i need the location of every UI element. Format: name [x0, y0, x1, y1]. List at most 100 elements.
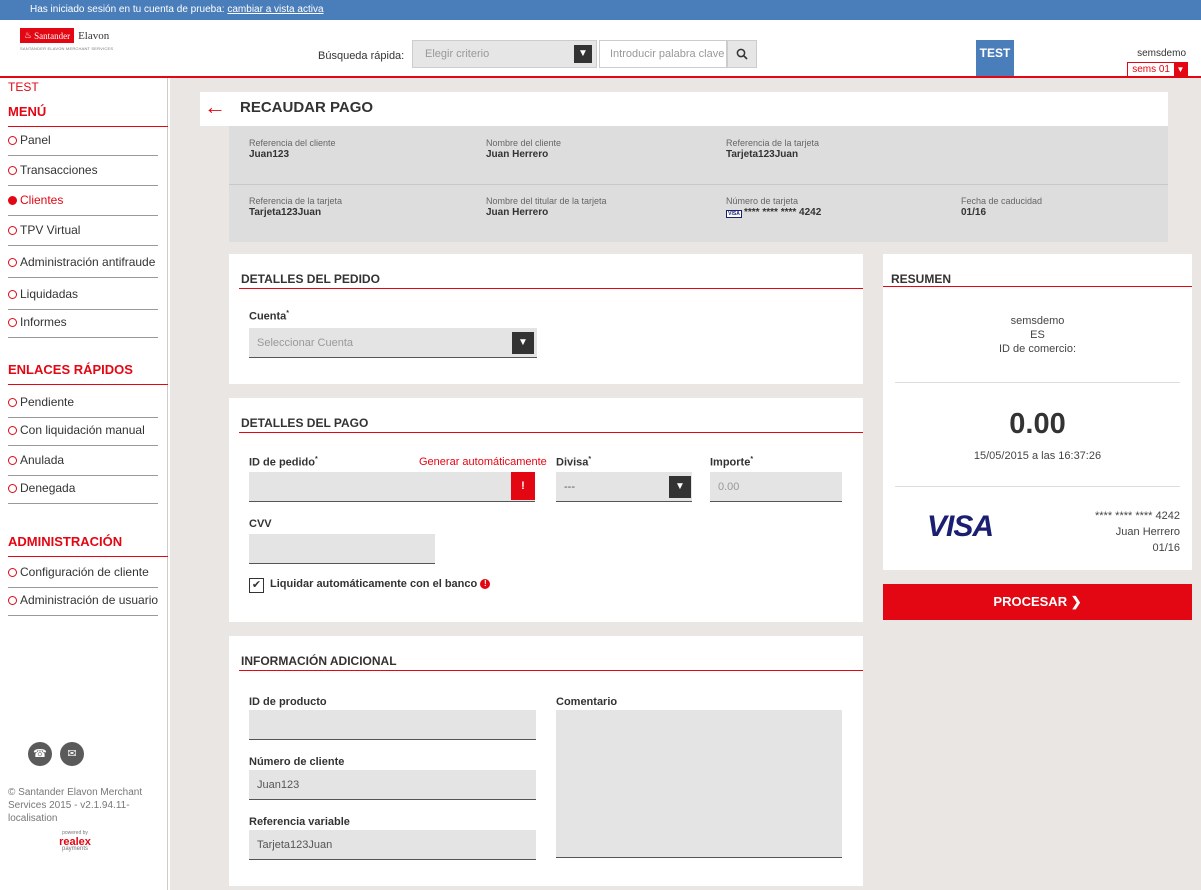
order-details-card: DETALLES DEL PEDIDO Cuenta* Seleccionar …	[229, 254, 863, 384]
chevron-down-icon[interactable]: ▼	[512, 332, 534, 354]
sidebar-item-label: Liquidadas	[20, 287, 79, 301]
sidebar-item-transactions[interactable]: Transacciones	[8, 160, 158, 186]
sidebar-item-label: Anulada	[20, 453, 65, 467]
section-divider	[239, 670, 863, 671]
merchant-country: ES	[1030, 329, 1045, 341]
user-name: semsdemo	[1137, 48, 1186, 59]
header: ♨ Santander Elavon SANTANDER ELAVON MERCH…	[0, 20, 1201, 100]
sidebar-item-fraud-admin[interactable]: Administración antifraude	[8, 252, 158, 278]
bullet-icon	[8, 258, 17, 267]
order-id-label: ID de pedido*	[249, 456, 318, 469]
order-id-input[interactable]	[249, 472, 535, 502]
customer-card-info-panel: Referencia del cliente Juan123 Nombre de…	[229, 126, 1168, 242]
summary-card-expiry: 01/16	[1152, 542, 1180, 554]
info-value: 01/16	[961, 207, 987, 218]
payment-details-title: DETALLES DEL PAGO	[241, 416, 369, 430]
payments-text: payments	[61, 846, 88, 852]
amount-label-text: Importe	[710, 456, 751, 469]
card-number: Número de tarjeta VISA **** **** **** 424…	[726, 196, 821, 218]
keyword-input[interactable]: Introducir palabra clave	[599, 40, 727, 68]
bullet-icon	[8, 196, 17, 205]
copyright: © Santander Elavon Merchant Services 201…	[8, 787, 143, 824]
summary-title: RESUMEN	[891, 272, 952, 286]
quick-search-label: Búsqueda rápida:	[318, 50, 405, 62]
criteria-select[interactable]: Elegir criterio ▼	[412, 40, 597, 68]
sidebar-item-declined[interactable]: Denegada	[8, 478, 158, 504]
bullet-icon	[8, 568, 17, 577]
currency-label: Divisa*	[556, 456, 592, 469]
payment-details-card: DETALLES DEL PAGO ID de pedido* Generar …	[229, 398, 863, 622]
sidebar-item-customers[interactable]: Clientes	[8, 190, 158, 216]
merchant-name: semsdemo	[1010, 315, 1065, 327]
sidebar-item-virtual-terminal[interactable]: TPV Virtual	[8, 220, 158, 246]
cvv-label: CVV	[249, 518, 272, 530]
bullet-icon	[8, 398, 17, 407]
santander-elavon-logo[interactable]: ♨ Santander Elavon SANTANDER ELAVON MERCH…	[20, 28, 132, 62]
expiry-date: Fecha de caducidad 01/16	[961, 196, 1042, 218]
account-label: sems 01	[1132, 64, 1170, 75]
back-arrow-icon[interactable]: ←	[204, 94, 226, 120]
sidebar-item-manual-settlement[interactable]: Con liquidación manual	[8, 420, 158, 446]
chevron-down-icon[interactable]: ▼	[669, 476, 691, 498]
bullet-icon	[8, 136, 17, 145]
account-selector[interactable]: sems 01 ▼	[1127, 62, 1188, 77]
sidebar-item-settled[interactable]: Liquidadas	[8, 284, 158, 310]
chevron-down-icon[interactable]: ▼	[574, 45, 592, 63]
caret-down-icon[interactable]: ▼	[1174, 63, 1187, 76]
product-id-label: ID de producto	[249, 696, 327, 708]
currency-label-text: Divisa	[556, 456, 589, 469]
sidebar-item-customer-config[interactable]: Configuración de cliente	[8, 562, 158, 588]
sidebar-item-label: Clientes	[20, 193, 64, 207]
account-select[interactable]: Seleccionar Cuenta	[249, 328, 537, 358]
summary-card-info: **** **** **** 4242 Juan Herrero 01/16	[1095, 508, 1180, 556]
keyword-placeholder: Introducir palabra clave	[610, 48, 725, 60]
amount-input[interactable]: 0.00	[710, 472, 842, 502]
account-label: Cuenta*	[249, 310, 290, 323]
merchant-info: semsdemo ES ID de comercio:	[883, 314, 1192, 356]
error-info-icon[interactable]: !	[511, 472, 535, 500]
order-id-label-text: ID de pedido	[249, 456, 315, 469]
search-button[interactable]	[727, 40, 757, 68]
merchant-id-label: ID de comercio:	[998, 343, 1077, 355]
sidebar-item-user-admin[interactable]: Administración de usuario	[8, 590, 158, 616]
info-label: Número de tarjeta	[726, 196, 799, 206]
sidebar-item-label: Administración antifraude	[20, 255, 156, 269]
sidebar-item-pending[interactable]: Pendiente	[8, 392, 158, 418]
flame-icon: ♨	[24, 30, 33, 40]
additional-info-card: INFORMACIÓN ADICIONAL ID de producto Com…	[229, 636, 863, 886]
main-content: ← RECAUDAR PAGO Referencia del cliente J…	[170, 78, 1201, 890]
comment-textarea[interactable]	[556, 710, 842, 858]
info-value: Juan Herrero	[486, 149, 549, 160]
sidebar-item-panel[interactable]: Panel	[8, 130, 158, 156]
generate-automatically-link[interactable]: Generar automáticamente	[419, 456, 547, 468]
phone-icon[interactable]: ☎	[28, 742, 52, 766]
info-label: Referencia del cliente	[249, 138, 336, 148]
sidebar-item-label: TPV Virtual	[20, 223, 81, 237]
info-icon[interactable]: !	[480, 579, 491, 589]
bullet-icon	[8, 166, 17, 175]
sidebar-item-voided[interactable]: Anulada	[8, 450, 158, 476]
realex-payments-logo: powered by realex payments	[45, 830, 105, 852]
card-reference: Referencia de la tarjeta Tarjeta123Juan	[726, 138, 819, 160]
sidebar-item-label: Con liquidación manual	[20, 423, 145, 437]
sidebar-item-reports[interactable]: Informes	[8, 312, 158, 338]
cvv-input[interactable]	[249, 534, 435, 564]
switch-live-view-link[interactable]: cambiar a vista activa	[227, 4, 323, 15]
comment-label: Comentario	[556, 696, 618, 708]
auto-settle-checkbox[interactable]: ✔	[249, 578, 264, 593]
customer-number-label: Número de cliente	[249, 756, 345, 768]
variable-reference-input[interactable]: Tarjeta123Juan	[249, 830, 536, 860]
quick-links-divider	[8, 384, 168, 385]
process-button[interactable]: PROCESAR ❯	[883, 584, 1192, 620]
administration-divider	[8, 556, 168, 557]
menu-divider	[8, 126, 168, 127]
sidebar-item-label: Transacciones	[20, 163, 98, 177]
product-id-input[interactable]	[249, 710, 536, 740]
customer-number-input[interactable]: Juan123	[249, 770, 536, 800]
info-value: Juan Herrero	[486, 207, 549, 218]
section-divider	[239, 432, 863, 433]
order-details-title: DETALLES DEL PEDIDO	[241, 272, 380, 286]
variable-reference-label: Referencia variable	[249, 816, 350, 828]
summary-datetime: 15/05/2015 a las 16:37:26	[973, 450, 1102, 462]
message-icon[interactable]: ✉	[60, 742, 84, 766]
